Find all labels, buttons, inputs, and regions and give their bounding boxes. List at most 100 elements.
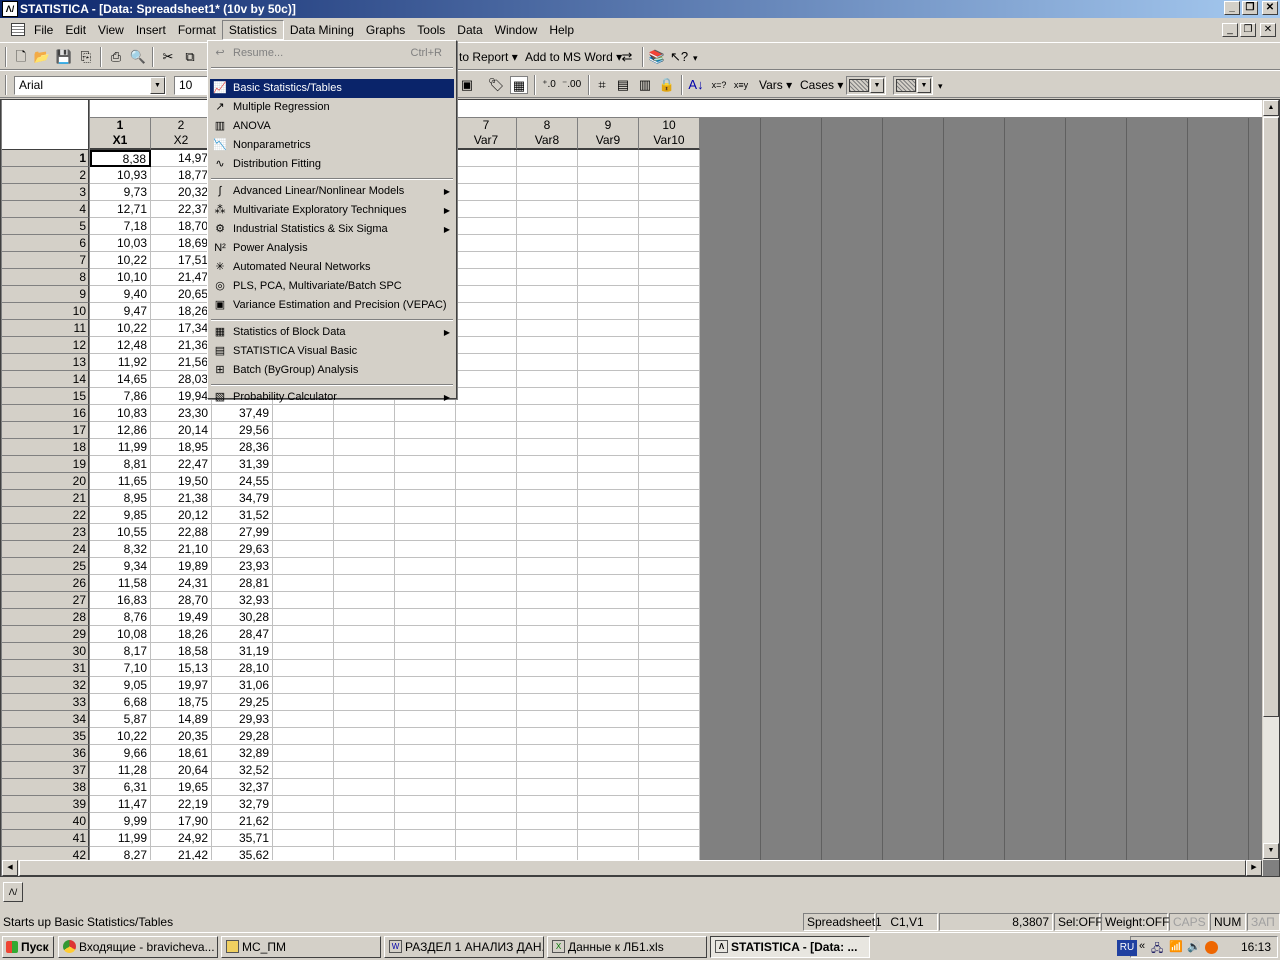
language-indicator[interactable]: RU	[1117, 940, 1137, 956]
table-cell[interactable]: 32,52	[212, 762, 273, 779]
row-header[interactable]: 4	[2, 201, 89, 218]
row-header[interactable]: 8	[2, 269, 89, 286]
table-cell[interactable]: 31,06	[212, 677, 273, 694]
row-header[interactable]: 21	[2, 490, 89, 507]
menu-insert[interactable]: Insert	[130, 20, 172, 40]
chevron-down-icon[interactable]: ▼	[150, 77, 165, 94]
row-header[interactable]: 27	[2, 592, 89, 609]
font-size-combo[interactable]: 10	[174, 76, 210, 95]
menu-tools[interactable]: Tools	[411, 20, 451, 40]
doc-close-button[interactable]: ✕	[1260, 23, 1276, 37]
menu-window[interactable]: Window	[489, 20, 544, 40]
task-chrome[interactable]: Входящие - bravicheva...	[58, 936, 218, 958]
table-cell[interactable]: 11,65	[90, 473, 151, 490]
spreadsheet-grid[interactable]: 1X12X234567Var78Var89Var910Var10 18,3814…	[0, 99, 1280, 877]
grid-icon[interactable]: ▦	[510, 76, 528, 94]
table-cell[interactable]: 10,22	[90, 320, 151, 337]
network-icon[interactable]: 🖧	[1151, 940, 1163, 959]
table-cell[interactable]: 32,79	[212, 796, 273, 813]
add-to-ms-word-button[interactable]: Add to MS Word ▾	[525, 50, 622, 64]
table-cell[interactable]: 22,47	[151, 456, 212, 473]
table-cell[interactable]: 21,36	[151, 337, 212, 354]
table-cell[interactable]: 31,39	[212, 456, 273, 473]
table-cell[interactable]: 10,93	[90, 167, 151, 184]
row-header[interactable]: 23	[2, 524, 89, 541]
table-cell[interactable]: 7,18	[90, 218, 151, 235]
table-cell[interactable]: 10,10	[90, 269, 151, 286]
table-cell[interactable]: 21,10	[151, 541, 212, 558]
table-cell[interactable]: 6,68	[90, 694, 151, 711]
scroll-up-icon[interactable]: ▲	[1263, 100, 1279, 116]
menu-view[interactable]: View	[92, 20, 130, 40]
menu-format[interactable]: Format	[172, 20, 222, 40]
row-header[interactable]: 9	[2, 286, 89, 303]
row-header[interactable]: 18	[2, 439, 89, 456]
table-cell[interactable]: 10,83	[90, 405, 151, 422]
task-excel[interactable]: X Данные к ЛБ1.xls	[547, 936, 707, 958]
table-cell[interactable]: 18,70	[151, 218, 212, 235]
toolbar-overflow-icon[interactable]: ▾	[693, 53, 698, 64]
tray-expand-icon[interactable]: «	[1139, 940, 1145, 952]
wifi-icon[interactable]: 📶	[1169, 940, 1183, 953]
table-cell[interactable]: 20,12	[151, 507, 212, 524]
sheet-corner[interactable]	[2, 100, 89, 150]
menu-item-basic-statistics-tables[interactable]: 📈 Basic Statistics/Tables	[210, 79, 454, 98]
task-statistica[interactable]: Λ STATISTICA - [Data: ...	[710, 936, 870, 958]
table-cell[interactable]: 20,35	[151, 728, 212, 745]
vertical-scroll-thumb[interactable]	[1263, 117, 1279, 717]
row-header[interactable]: 29	[2, 626, 89, 643]
table-cell[interactable]: 32,89	[212, 745, 273, 762]
fit-columns-icon[interactable]: ⌗	[593, 76, 611, 94]
print-icon[interactable]: ⎙	[107, 48, 125, 66]
table-cell[interactable]: 18,58	[151, 643, 212, 660]
status-selection[interactable]: Sel:OFF	[1054, 913, 1103, 931]
scroll-left-icon[interactable]: ◀	[2, 860, 18, 876]
menu-data[interactable]: Data	[451, 20, 488, 40]
row-header[interactable]: 6	[2, 235, 89, 252]
menu-file[interactable]: File	[28, 20, 59, 40]
add-to-report-button[interactable]: to Report ▾	[459, 50, 518, 64]
table-cell[interactable]: 28,10	[212, 660, 273, 677]
pdf-icon[interactable]: ⎘	[77, 48, 95, 66]
lock-icon[interactable]: 🔒	[658, 76, 676, 94]
table-cell[interactable]: 27,99	[212, 524, 273, 541]
row-header[interactable]: 40	[2, 813, 89, 830]
row-header[interactable]: 30	[2, 643, 89, 660]
table-cell[interactable]: 7,10	[90, 660, 151, 677]
task-folder[interactable]: МС_ПМ	[221, 936, 381, 958]
table-cell[interactable]: 10,03	[90, 235, 151, 252]
table-cell[interactable]: 10,22	[90, 728, 151, 745]
column-header[interactable]: 9 Var9	[578, 118, 639, 150]
table-cell[interactable]: 9,47	[90, 303, 151, 320]
table-cell[interactable]: 15,13	[151, 660, 212, 677]
row-header[interactable]: 33	[2, 694, 89, 711]
row-header[interactable]: 25	[2, 558, 89, 575]
table-cell[interactable]: 9,73	[90, 184, 151, 201]
table-cell[interactable]: 22,88	[151, 524, 212, 541]
open-folder-icon[interactable]: 📂	[33, 48, 51, 66]
table-cell[interactable]: 18,95	[151, 439, 212, 456]
font-name-combo[interactable]: Arial ▼	[14, 76, 166, 95]
row-header[interactable]: 13	[2, 354, 89, 371]
table-cell[interactable]: 18,26	[151, 303, 212, 320]
table-cell[interactable]: 7,86	[90, 388, 151, 405]
table-cell[interactable]: 10,55	[90, 524, 151, 541]
toolbar-overflow-icon[interactable]: ▾	[938, 81, 943, 92]
menu-item-multivariate-exploratory-techniques[interactable]: ⁂ Multivariate Exploratory Techniques ▶	[210, 201, 454, 220]
table-cell[interactable]: 12,71	[90, 201, 151, 218]
row-header[interactable]: 37	[2, 762, 89, 779]
table-cell[interactable]: 28,81	[212, 575, 273, 592]
field-icon[interactable]: ▣	[458, 76, 476, 94]
table-cell[interactable]: 18,61	[151, 745, 212, 762]
table-cell[interactable]: 24,55	[212, 473, 273, 490]
book-icon[interactable]: 📚	[648, 48, 666, 66]
table-cell[interactable]: 35,71	[212, 830, 273, 847]
row-header[interactable]: 24	[2, 541, 89, 558]
row-header[interactable]: 38	[2, 779, 89, 796]
close-button[interactable]: ✕	[1262, 1, 1278, 15]
table-cell[interactable]: 9,66	[90, 745, 151, 762]
row-header[interactable]: 7	[2, 252, 89, 269]
table-cell[interactable]: 19,49	[151, 609, 212, 626]
table-cell[interactable]: 29,56	[212, 422, 273, 439]
menu-item-batch-bygroup-analysis[interactable]: ⊞ Batch (ByGroup) Analysis	[210, 361, 454, 380]
